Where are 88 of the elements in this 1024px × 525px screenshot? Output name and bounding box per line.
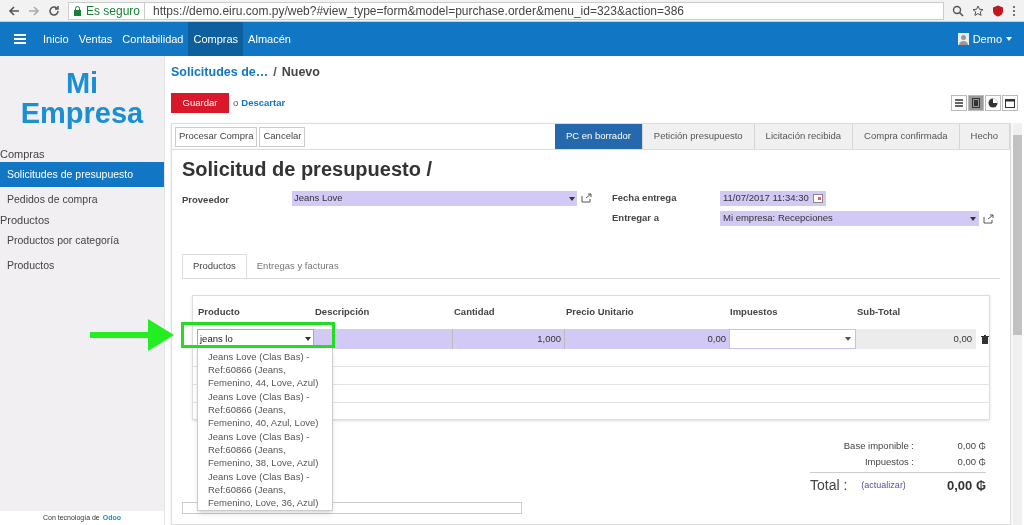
scrollbar[interactable] bbox=[1013, 123, 1022, 525]
column-header: Impuestos bbox=[729, 305, 779, 320]
pie-chart-icon bbox=[986, 96, 1000, 110]
or-text: o bbox=[233, 95, 239, 110]
url-text: https://demo.eiru.com.py/web?#view_type=form&model=purchase.order&menu_id=323&action=386 bbox=[152, 2, 684, 20]
dropdown-caret-icon bbox=[569, 196, 575, 201]
calendar-icon bbox=[1003, 96, 1017, 110]
date-field[interactable]: 11/07/2017 11:34:30 bbox=[720, 191, 826, 206]
form-title: Solicitud de presupuesto / bbox=[182, 157, 434, 182]
external-link-icon[interactable] bbox=[581, 193, 592, 203]
total-label: Total : bbox=[810, 476, 848, 495]
reload-icon[interactable] bbox=[48, 4, 60, 17]
list-view-button[interactable] bbox=[951, 95, 967, 111]
update-link[interactable]: (actualizar) bbox=[861, 478, 906, 493]
nav-menu-item[interactable]: Ventas bbox=[73, 22, 118, 56]
deliver-to-select[interactable]: Mi empresa: Recepciones bbox=[720, 211, 979, 226]
save-button[interactable]: Guardar bbox=[171, 93, 229, 113]
trash-icon[interactable] bbox=[981, 334, 989, 344]
avatar-icon bbox=[957, 33, 969, 45]
logo-text: Mi bbox=[65, 68, 99, 98]
column-header: Cantidad bbox=[453, 305, 496, 320]
breadcrumb-separator: / bbox=[273, 63, 277, 81]
arrow-annotation-icon bbox=[90, 317, 176, 353]
unit-price-input[interactable]: 0,00 bbox=[565, 329, 729, 349]
amount-value: 0,00 ₲ bbox=[956, 438, 986, 453]
header-button[interactable]: Procesar Compra bbox=[175, 126, 258, 147]
status-stage[interactable]: Petición presupuesto bbox=[642, 124, 755, 149]
status-stage[interactable]: PC en borrador bbox=[554, 124, 643, 149]
sidebar-item[interactable]: Productos bbox=[0, 253, 164, 278]
status-stage[interactable]: Hecho bbox=[959, 124, 1010, 149]
tax-amount-label: Impuestos : bbox=[863, 454, 914, 469]
star-icon[interactable] bbox=[972, 4, 984, 17]
status-stage[interactable]: Compra confirmada bbox=[853, 124, 960, 149]
column-header: Producto bbox=[197, 305, 241, 320]
calendar-view-button[interactable] bbox=[1002, 95, 1018, 111]
header-button[interactable]: Cancelar bbox=[259, 126, 306, 147]
breadcrumb-link[interactable]: Solicitudes de… bbox=[171, 62, 269, 82]
document-icon bbox=[969, 96, 983, 110]
column-header: Precio Unitario bbox=[565, 305, 635, 320]
more-icon[interactable] bbox=[1012, 4, 1016, 17]
graph-view-button[interactable] bbox=[985, 95, 1001, 111]
menu-icon[interactable] bbox=[14, 34, 26, 44]
base-amount-label: Base imponible : bbox=[842, 438, 914, 453]
breadcrumb-current: Nuevo bbox=[281, 63, 320, 81]
form-view-button[interactable] bbox=[968, 95, 984, 111]
column-header: Sub-Total bbox=[856, 305, 902, 320]
shield-icon[interactable] bbox=[992, 4, 1004, 17]
sidebar-item[interactable]: Productos por categoría bbox=[0, 228, 164, 253]
field-label: Proveedor bbox=[182, 193, 230, 207]
nav-menu-item[interactable]: Contabilidad bbox=[117, 22, 189, 56]
logo-text: Empresa bbox=[20, 98, 144, 128]
nav-menu-item[interactable]: Almacén bbox=[243, 22, 296, 56]
lock-icon bbox=[73, 5, 82, 16]
address-bar[interactable]: Es seguro https://demo.eiru.com.py/web?#view_type=form&model=purchase.order&menu_id=323&action=386 bbox=[68, 1, 944, 20]
tab[interactable]: Entregas y facturas bbox=[246, 254, 349, 278]
back-icon[interactable] bbox=[8, 4, 20, 17]
sidebar-item[interactable]: Solicitudes de presupuesto bbox=[0, 162, 164, 187]
field-label: Fecha entrega bbox=[612, 191, 678, 206]
quantity-input[interactable]: 1,000 bbox=[453, 329, 565, 349]
nav-menu-item[interactable]: Inicio bbox=[38, 22, 74, 56]
sidebar-section-title: Compras bbox=[0, 146, 46, 162]
subtotal-cell: 0,00 bbox=[856, 329, 976, 349]
status-stage[interactable]: Licitación recibida bbox=[754, 124, 854, 149]
user-name[interactable]: Demo bbox=[972, 30, 1002, 48]
sidebar-section-title: Productos bbox=[0, 212, 51, 228]
calendar-icon[interactable] bbox=[812, 194, 823, 203]
supplier-select[interactable]: Jeans Love bbox=[292, 191, 577, 206]
list-icon bbox=[952, 96, 966, 110]
amount-value: 0,00 ₲ bbox=[956, 454, 986, 469]
suggestion-item[interactable]: Jeans Love (Clas Bas) - Ref:60866 (Jeans, Femenino, 44, Love, Azul) bbox=[198, 349, 332, 389]
total-value: 0,00 ₲ bbox=[945, 476, 986, 495]
dropdown-caret-icon bbox=[970, 216, 976, 221]
dropdown-caret-icon bbox=[305, 337, 311, 341]
zoom-icon[interactable] bbox=[952, 4, 964, 17]
column-header: Descripción bbox=[314, 305, 371, 320]
external-link-icon[interactable] bbox=[983, 213, 994, 224]
suggestion-item[interactable]: Jeans Love (Clas Bas) - Ref:60866 (Jeans, Femenino, 38, Love, Azul) bbox=[198, 429, 332, 469]
description-input[interactable] bbox=[314, 329, 453, 349]
dropdown-caret-icon bbox=[845, 337, 851, 341]
suggestion-item[interactable]: Jeans Love (Clas Bas) - Ref:60866 (Jeans, Femenino, 40, Azul, Love) bbox=[198, 389, 332, 429]
secure-label: Es seguro bbox=[86, 1, 146, 20]
sidebar-item[interactable]: Pedidos de compra bbox=[0, 187, 164, 212]
field-label: Entregar a bbox=[612, 211, 660, 226]
suggestion-item[interactable]: Jeans Love (Clas Bas) - Ref:60866 (Jeans, Femenino, Love, 36, Azul) bbox=[198, 469, 332, 509]
discard-link[interactable]: Descartar bbox=[241, 95, 286, 111]
tab[interactable]: Productos bbox=[182, 254, 247, 278]
nav-menu-item[interactable]: Compras bbox=[188, 22, 244, 56]
caret-icon bbox=[1006, 37, 1012, 41]
